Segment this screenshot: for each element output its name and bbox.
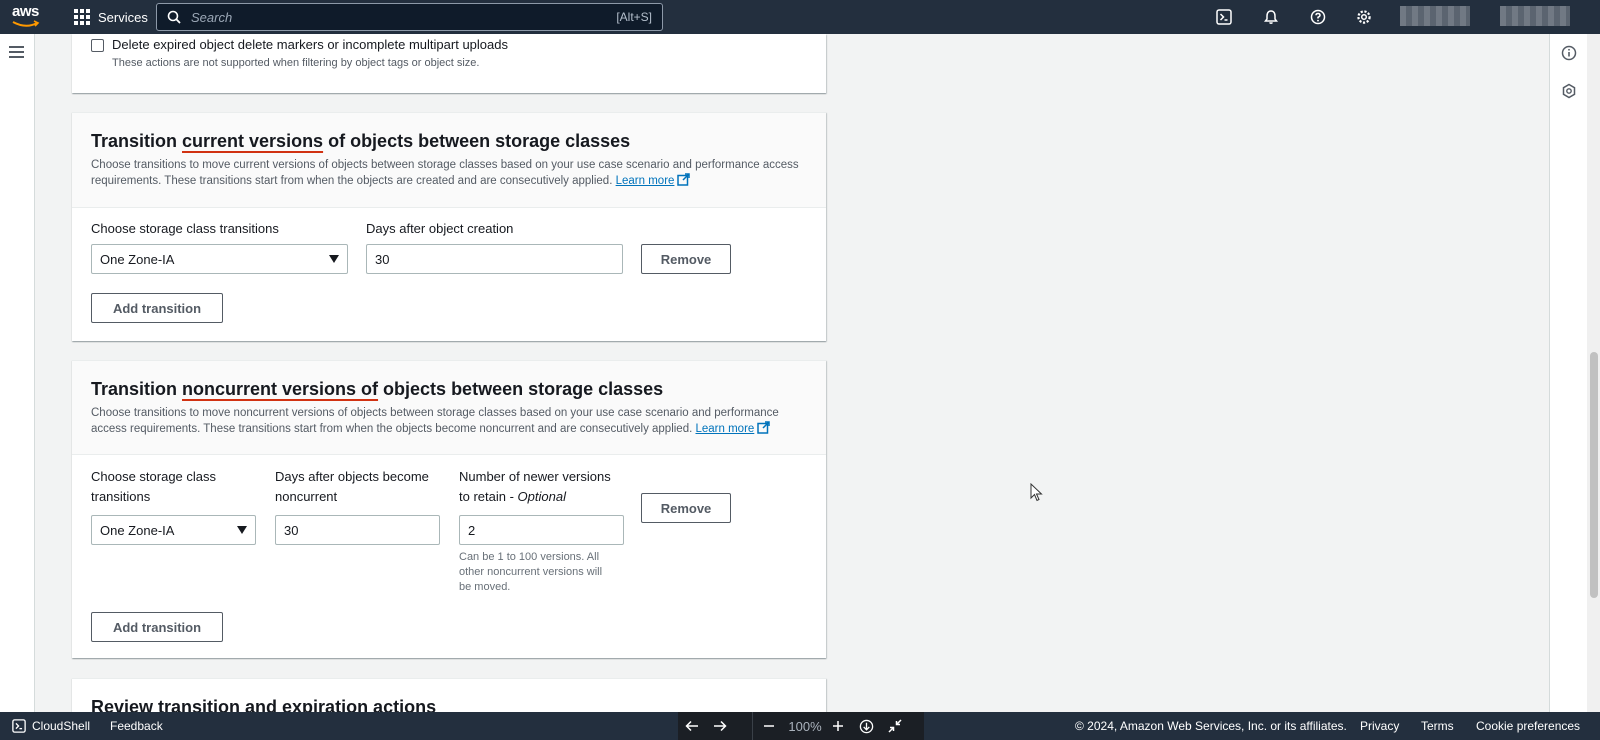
resources-icon[interactable] [1561,83,1577,99]
back-arrow-icon[interactable] [678,712,706,740]
noncurrent-storage-class-label: Choose storage class transitions [91,469,217,504]
gear-icon[interactable] [1354,7,1374,27]
scrollbar-thumb[interactable] [1590,352,1598,598]
noncurrent-versions-title: Transition noncurrent versions of object… [91,379,664,399]
noncurrent-versions-description: Choose transitions to move noncurrent ve… [91,407,779,435]
current-versions-header: Transition current versions of objects b… [72,113,826,208]
console-footer: CloudShell Feedback 100% © 2024, Amazon … [0,712,1600,740]
storage-class-select[interactable]: One Zone-IA [91,244,348,274]
newer-versions-label: Number of newer versions to retain - Opt… [459,469,611,504]
delete-markers-label: Delete expired object delete markers or … [112,37,508,52]
help-icon[interactable] [1308,7,1328,27]
forward-arrow-icon[interactable] [706,712,734,740]
services-menu-button[interactable]: Services [74,0,148,34]
download-icon[interactable] [851,712,881,740]
review-actions-panel: Review transition and expiration actions [72,678,826,712]
newer-versions-value: 2 [468,522,476,538]
zoom-out-icon[interactable] [753,712,785,740]
expiration-options-panel: Delete expired object delete markers or … [72,34,826,93]
left-navigation-rail [0,34,35,712]
add-transition-button[interactable]: Add transition [91,293,223,323]
delete-markers-note: These actions are not supported when fil… [112,57,480,69]
search-shortcut: [Alt+S] [616,10,652,24]
cloudshell-button[interactable]: CloudShell [12,712,90,740]
page-scrollbar[interactable] [1587,34,1600,712]
current-versions-title: Transition current versions of objects b… [91,131,631,151]
grid-icon [74,9,90,25]
terms-link[interactable]: Terms [1421,712,1454,740]
caret-down-icon [329,255,339,263]
mouse-cursor-icon [1030,483,1043,502]
search-icon [167,10,181,24]
zoom-in-icon[interactable] [825,712,851,740]
current-versions-panel: Transition current versions of objects b… [72,112,826,341]
search-placeholder: Search [191,9,233,25]
cloudshell-label: CloudShell [32,719,91,733]
noncurrent-versions-panel: Transition noncurrent versions of object… [72,360,826,658]
feedback-link[interactable]: Feedback [110,712,163,740]
storage-class-label: Choose storage class transitions [91,221,279,236]
menu-icon[interactable] [9,46,24,58]
cloudshell-icon [12,719,26,733]
browser-zoom-toolbar: 100% [678,712,924,740]
aws-smile-icon [12,20,40,27]
days-after-creation-input[interactable]: 30 [366,244,623,274]
days-after-creation-label: Days after object creation [366,221,514,236]
newer-versions-hint: Can be 1 to 100 versions. All other nonc… [459,551,603,593]
cookie-preferences-link[interactable]: Cookie preferences [1476,712,1580,740]
cloudshell-icon[interactable] [1214,7,1234,27]
days-after-noncurrent-label: Days after objects become noncurrent [275,469,429,504]
region-menu-redacted[interactable] [1500,6,1570,26]
bell-icon[interactable] [1261,7,1281,27]
top-navigation: aws Services Search [Alt+S] [0,0,1600,34]
remove-noncurrent-transition-button[interactable]: Remove [641,493,731,523]
privacy-link[interactable]: Privacy [1360,712,1399,740]
noncurrent-storage-class-value: One Zone-IA [100,522,175,538]
noncurrent-versions-learn-more-link[interactable]: Learn more [696,423,755,435]
remove-transition-button[interactable]: Remove [641,244,731,274]
account-menu-redacted[interactable] [1400,6,1470,26]
aws-logo[interactable]: aws [12,4,46,30]
copyright-text: © 2024, Amazon Web Services, Inc. or its… [1075,719,1347,733]
current-versions-description: Choose transitions to move current versi… [91,159,799,187]
noncurrent-versions-header: Transition noncurrent versions of object… [72,361,826,455]
days-after-noncurrent-input[interactable]: 30 [275,515,440,545]
exit-fullscreen-icon[interactable] [881,712,909,740]
current-versions-learn-more-link[interactable]: Learn more [616,175,675,187]
storage-class-value: One Zone-IA [100,251,175,267]
review-actions-title: Review transition and expiration actions [91,697,437,712]
external-link-icon[interactable] [757,421,771,434]
caret-down-icon [237,526,247,534]
services-label: Services [98,9,148,25]
newer-versions-input[interactable]: 2 [459,515,624,545]
right-tools-rail [1549,34,1587,712]
delete-markers-checkbox[interactable] [91,39,104,52]
external-link-icon[interactable] [677,173,691,186]
add-noncurrent-transition-button[interactable]: Add transition [91,612,223,642]
info-icon[interactable] [1561,45,1577,61]
aws-logo-text: aws [12,3,39,20]
days-after-noncurrent-value: 30 [284,522,299,538]
noncurrent-storage-class-select[interactable]: One Zone-IA [91,515,256,545]
zoom-level: 100% [788,718,822,734]
days-after-creation-value: 30 [375,251,390,267]
search-input[interactable]: Search [Alt+S] [156,3,663,31]
